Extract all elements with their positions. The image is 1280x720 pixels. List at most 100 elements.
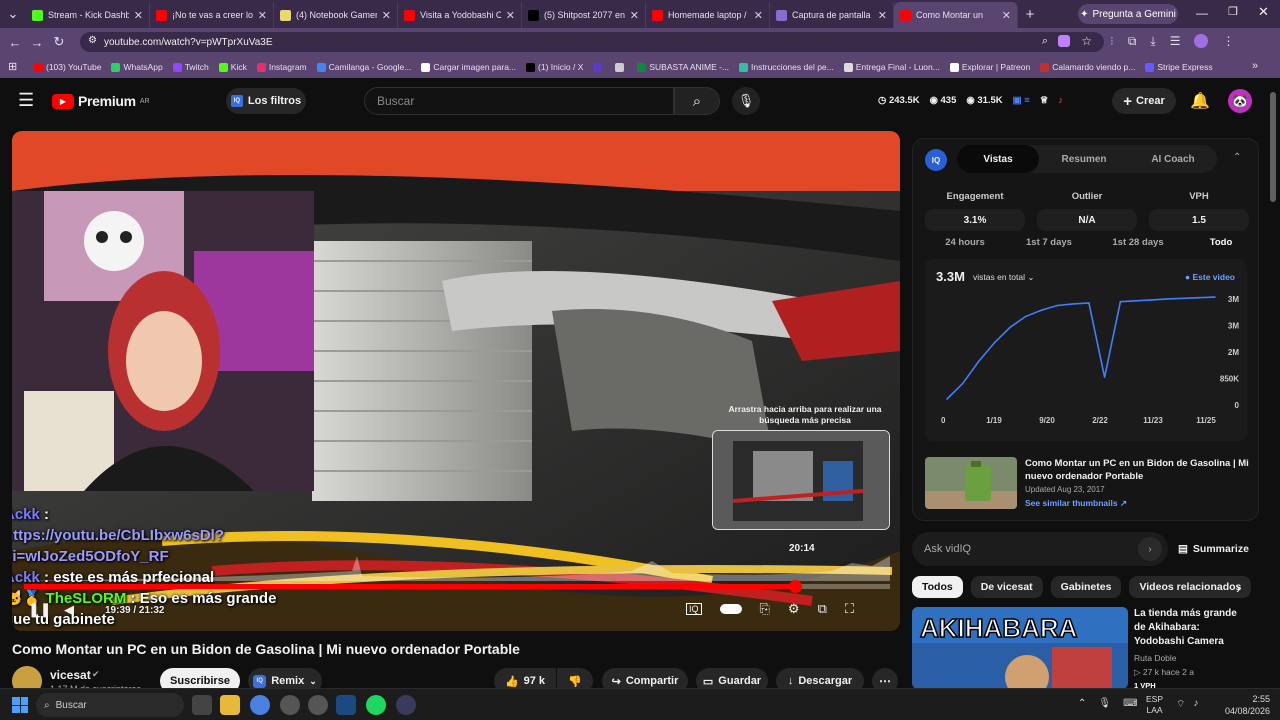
filters-button[interactable]: IQ Los filtros	[226, 88, 306, 114]
bookmark-item[interactable]	[615, 62, 627, 72]
trophy-icon[interactable]: ♕	[1040, 95, 1049, 106]
media-icon[interactable]: ☰	[1170, 34, 1181, 49]
file-explorer-icon[interactable]	[220, 695, 240, 715]
fullscreen-icon[interactable]: ⛶	[845, 601, 854, 617]
bookmark-item[interactable]: Kick	[218, 62, 247, 72]
gemini-button[interactable]: ✦ Pregunta a Gemini	[1078, 4, 1178, 24]
bookmark-item[interactable]: Calamardo viendo p...	[1040, 62, 1135, 72]
close-tab-icon[interactable]: ✕	[878, 9, 887, 22]
close-tab-icon[interactable]: ✕	[754, 9, 763, 22]
screenshot-icon[interactable]	[1058, 35, 1070, 47]
create-button[interactable]: + Crear	[1112, 88, 1176, 114]
recommended-title[interactable]: La tienda más grande de Akihabara: Yodob…	[1134, 607, 1249, 649]
alert-icon[interactable]: ♪	[1058, 95, 1063, 106]
send-icon[interactable]: ›	[1138, 537, 1162, 561]
clock[interactable]: 2:55 04/08/2026	[1210, 693, 1270, 717]
browser-tab[interactable]: Captura de pantalla p ✕	[770, 2, 894, 28]
browser-tab[interactable]: (4) Notebook Gamer ✕	[274, 2, 398, 28]
voice-search-button[interactable]: 🎙	[732, 87, 760, 115]
bookmark-item[interactable]: Explorar | Patreon	[949, 62, 1030, 72]
page-scrollbar[interactable]	[1270, 92, 1276, 202]
browser-tab[interactable]: Visita a Yodobashi Ca ✕	[398, 2, 522, 28]
browser-tab[interactable]: Homemade laptop / ✕	[646, 2, 770, 28]
pause-button[interactable]: ❚❚	[28, 601, 51, 618]
menu-icon[interactable]: ⋮	[1222, 34, 1234, 49]
tab-resumen[interactable]: Resumen	[1039, 145, 1129, 173]
collapse-icon[interactable]: ⌃	[1233, 152, 1241, 163]
autoplay-toggle[interactable]	[719, 604, 742, 614]
apps-icon[interactable]: ⊞	[8, 60, 17, 73]
zoom-icon[interactable]: ⌕	[1042, 35, 1048, 48]
app-icon-1[interactable]	[280, 695, 300, 715]
close-tab-icon[interactable]: ✕	[1002, 9, 1011, 22]
keyboard-icon[interactable]: ⌨	[1123, 698, 1137, 709]
task-view-icon[interactable]	[192, 695, 212, 715]
volume-icon[interactable]: ◀	[64, 602, 74, 618]
bookmark-item[interactable]: Cargar imagen para...	[421, 62, 516, 72]
close-tab-icon[interactable]: ✕	[258, 9, 267, 22]
spotify-icon[interactable]	[366, 695, 386, 715]
bookmark-item[interactable]: Camilanga - Google...	[316, 62, 411, 72]
youtube-logo[interactable]: ▶ Premium AR	[52, 93, 150, 109]
close-tab-icon[interactable]: ✕	[506, 9, 515, 22]
bookmark-item[interactable]: SUBASTA ANIME -...	[637, 62, 729, 72]
search-button[interactable]: ⌕	[674, 87, 720, 115]
vidiq-ext-icon[interactable]: ⁝	[1110, 34, 1114, 49]
progress-bar[interactable]	[24, 580, 890, 593]
range-all[interactable]: Todo	[1195, 237, 1247, 248]
site-info-icon[interactable]: ⚙	[88, 35, 97, 46]
search-box[interactable]: Buscar	[364, 87, 674, 115]
profile-avatar[interactable]	[1194, 34, 1209, 48]
mic-icon[interactable]: 🎙	[1098, 698, 1111, 709]
reload-icon[interactable]: ↻	[48, 34, 70, 50]
taskbar-search[interactable]: ⌕ Buscar	[36, 693, 184, 717]
back-icon[interactable]: ←	[4, 35, 26, 50]
progress-knob[interactable]	[788, 580, 802, 593]
related-thumbnail[interactable]	[925, 457, 1017, 509]
browser-tab[interactable]: Como Montar un ✕	[894, 2, 1018, 28]
hamburger-icon[interactable]: ☰	[18, 90, 34, 111]
browser-tab[interactable]: Stream - Kick Dashbo ✕	[26, 2, 150, 28]
vidiq-header-icon[interactable]: ▣ ≡	[1013, 95, 1030, 106]
tab-search-icon[interactable]: ⌄	[0, 6, 26, 22]
browser-tab[interactable]: ¡No te vas a creer lo q ✕	[150, 2, 274, 28]
tab-vistas[interactable]: Vistas	[957, 145, 1039, 173]
channel-name[interactable]: vicesat	[50, 668, 91, 682]
notifications-icon[interactable]: 🔔	[1190, 91, 1210, 111]
extensions-icon[interactable]: ⧉	[1128, 34, 1137, 49]
bookmark-item[interactable]: Twitch	[172, 62, 209, 72]
bookmark-item[interactable]: (103) YouTube	[34, 62, 101, 72]
forward-icon[interactable]: →	[26, 35, 48, 50]
similar-thumbnails-link[interactable]: See similar thumbnails ↗	[1025, 498, 1127, 509]
browser-tab[interactable]: (5) Shitpost 2077 en X ✕	[522, 2, 646, 28]
bookmarks-more-icon[interactable]: »	[1252, 60, 1258, 72]
steam-icon[interactable]	[336, 695, 356, 715]
download-icon[interactable]: ⤓	[1150, 34, 1155, 49]
bookmark-item[interactable]	[593, 62, 605, 72]
filter-chip[interactable]: Todos	[912, 576, 963, 598]
filter-chip[interactable]: De vicesat	[970, 576, 1043, 598]
filter-chip[interactable]: Videos relacionados	[1129, 576, 1252, 598]
bookmark-star-icon[interactable]: ☆	[1081, 34, 1092, 48]
range-7d[interactable]: 1st 7 days	[1017, 237, 1081, 248]
new-tab-button[interactable]: +	[1018, 6, 1042, 23]
account-avatar[interactable]: 🐼	[1228, 89, 1252, 113]
bookmark-item[interactable]: Instrucciones del pe...	[739, 62, 834, 72]
vidiq-player-icon[interactable]: IQ	[686, 603, 702, 615]
range-28d[interactable]: 1st 28 days	[1081, 237, 1195, 248]
minimize-button[interactable]: —	[1196, 6, 1208, 20]
video-player[interactable]: Ackk : https://youtu.be/CbLIbxw6sDl?si=w…	[12, 131, 900, 631]
bookmark-item[interactable]: (1) Inicio / X	[526, 62, 583, 72]
maximize-button[interactable]: ❐	[1228, 5, 1238, 18]
range-24h[interactable]: 24 hours	[913, 237, 1017, 248]
chips-next-icon[interactable]: ›	[1236, 580, 1241, 596]
url-field[interactable]: ⚙ youtube.com/watch?v=pWTprXuVa3E ⌕ ☆	[80, 32, 1104, 52]
related-title[interactable]: Como Montar un PC en un Bidon de Gasolin…	[1025, 457, 1250, 483]
windows-start-icon[interactable]	[12, 697, 28, 713]
miniplayer-icon[interactable]: ⧉	[818, 601, 827, 617]
bookmark-item[interactable]: Instagram	[256, 62, 307, 72]
app-icon-2[interactable]	[308, 695, 328, 715]
bookmark-item[interactable]: WhatsApp	[111, 62, 163, 72]
tray-chevron-icon[interactable]: ⌃	[1078, 698, 1086, 709]
views-dropdown[interactable]: vistas en total ⌄	[973, 272, 1034, 283]
